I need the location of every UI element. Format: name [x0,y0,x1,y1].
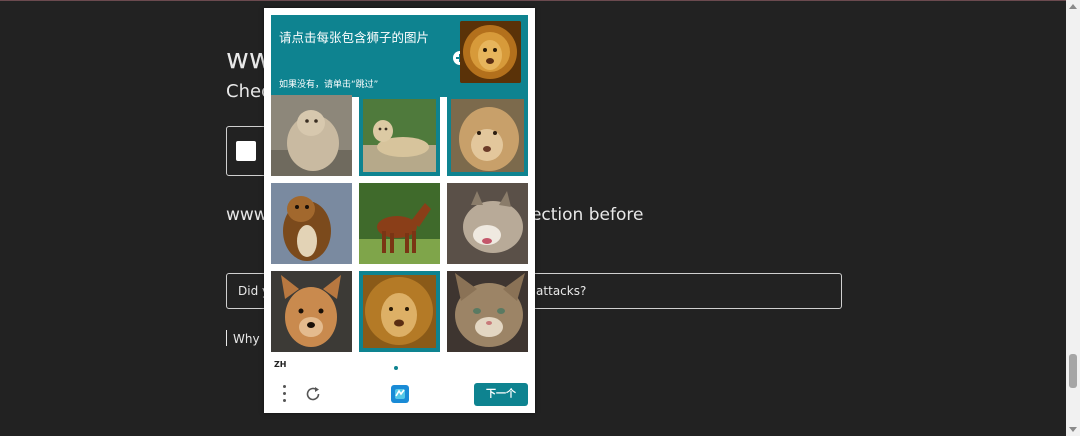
sample-lion-image [460,21,521,83]
captcha-tile-7[interactable] [271,271,352,352]
language-selector[interactable]: ZH [274,360,287,369]
why-divider [226,330,227,346]
captcha-modal: 请点击每张包含狮子的图片 如果没有，请单击“跳过” ZH 下一个 [264,8,535,413]
checkbox-square-icon [236,141,256,161]
prompt-title: 请点击每张包含狮子的图片 [279,30,430,45]
refresh-icon[interactable] [304,385,322,403]
captcha-tile-5[interactable] [359,183,440,264]
top-border [0,0,1080,1]
captcha-tile-2[interactable] [359,95,440,176]
hcaptcha-logo-icon[interactable] [389,383,411,405]
captcha-prompt: 请点击每张包含狮子的图片 如果没有，请单击“跳过” [271,15,528,97]
captcha-tile-9[interactable] [447,271,528,352]
captcha-tile-1[interactable] [271,95,352,176]
page-indicator-dot [394,366,398,370]
next-button[interactable]: 下一个 [474,383,528,406]
captcha-tile-3[interactable] [447,95,528,176]
scroll-thumb[interactable] [1069,354,1077,388]
prompt-subtitle: 如果没有，请单击“跳过” [279,80,379,90]
scroll-down-icon[interactable] [1069,427,1077,432]
captcha-tile-8[interactable] [359,271,440,352]
captcha-tile-4[interactable] [271,183,352,264]
scroll-up-icon[interactable] [1069,4,1077,9]
captcha-tile-6[interactable] [447,183,528,264]
menu-icon[interactable] [282,385,286,403]
page-scrollbar[interactable] [1066,0,1080,436]
